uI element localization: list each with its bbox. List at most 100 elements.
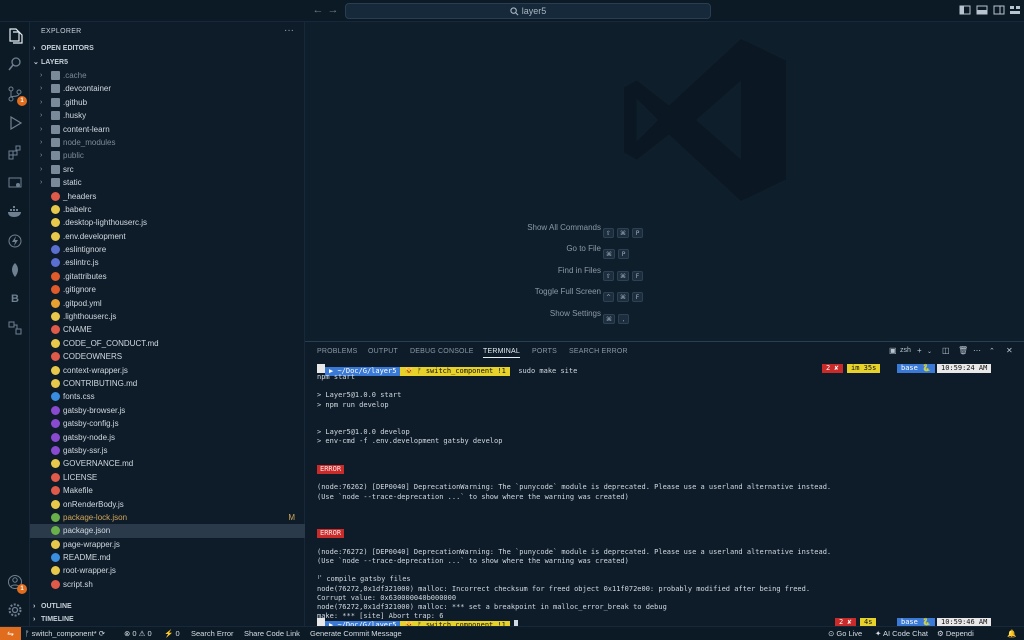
file-item[interactable]: gatsby-node.js bbox=[30, 431, 305, 444]
more-icon[interactable]: ⋯ bbox=[973, 346, 981, 355]
explorer-icon[interactable] bbox=[5, 26, 25, 46]
file-item[interactable]: .babelrc bbox=[30, 203, 305, 216]
file-item[interactable]: package-lock.json M bbox=[30, 511, 305, 524]
forward-arrow-icon[interactable]: → bbox=[326, 3, 340, 17]
more-actions-icon[interactable]: ··· bbox=[284, 25, 294, 36]
layer5-section[interactable]: ⌄ LAYER5 bbox=[30, 56, 305, 69]
panel-tab-search-error[interactable]: SEARCH ERROR bbox=[569, 348, 628, 355]
file-item[interactable]: CNAME bbox=[30, 323, 305, 336]
search-icon[interactable] bbox=[5, 54, 25, 74]
file-item[interactable]: gatsby-ssr.js bbox=[30, 444, 305, 457]
file-item[interactable]: LICENSE bbox=[30, 471, 305, 484]
folder-item[interactable]: › static bbox=[30, 176, 305, 189]
file-item[interactable]: .eslintignore bbox=[30, 243, 305, 256]
file-item[interactable]: CODE_OF_CONDUCT.md bbox=[30, 337, 305, 350]
shortcut-row[interactable]: Go to File ⌘ P bbox=[435, 243, 695, 259]
file-name: onRenderBody.js bbox=[63, 499, 124, 509]
panel-tab-output[interactable]: OUTPUT bbox=[368, 348, 398, 355]
notifications-bell-icon[interactable]: 🔔 bbox=[1007, 627, 1016, 640]
b-extension-icon[interactable]: B bbox=[5, 289, 25, 309]
trash-icon[interactable]: 🗑 bbox=[958, 346, 968, 355]
terminal-line: ⠋ compile gatsby files bbox=[317, 575, 411, 584]
folder-item[interactable]: › content-learn bbox=[30, 123, 305, 136]
timeline-section[interactable]: › TIMELINE bbox=[30, 613, 305, 626]
search-error-status[interactable]: Search Error bbox=[191, 627, 234, 640]
new-terminal-icon[interactable]: + bbox=[917, 346, 922, 355]
shell-name[interactable]: zsh bbox=[900, 347, 911, 354]
chevron-right-icon: › bbox=[40, 98, 43, 106]
file-item[interactable]: Makefile bbox=[30, 484, 305, 497]
docker-icon[interactable] bbox=[5, 202, 25, 222]
panel-tab-terminal[interactable]: TERMINAL bbox=[483, 348, 520, 358]
shortcut-row[interactable]: Find in Files ⇧ ⌘ F bbox=[435, 265, 695, 281]
folder-item[interactable]: › node_modules bbox=[30, 136, 305, 149]
file-item[interactable]: root-wrapper.js bbox=[30, 564, 305, 577]
toggle-primary-sidebar-icon[interactable] bbox=[959, 4, 971, 16]
share-code-link[interactable]: Share Code Link bbox=[244, 627, 300, 640]
run-debug-icon[interactable] bbox=[5, 113, 25, 133]
lightning-icon[interactable] bbox=[5, 231, 25, 251]
extensions-icon[interactable] bbox=[5, 143, 25, 163]
file-item[interactable]: .gitpod.yml bbox=[30, 297, 305, 310]
mongodb-leaf-icon[interactable] bbox=[5, 260, 25, 280]
shortcut-row[interactable]: Show Settings ⌘, bbox=[435, 308, 695, 324]
file-item[interactable]: GOVERNANCE.md bbox=[30, 457, 305, 470]
branch-status[interactable]: ᚠ switch_component* ⟳ bbox=[25, 627, 105, 640]
account-icon[interactable]: 1 bbox=[5, 572, 27, 594]
back-arrow-icon[interactable]: ← bbox=[311, 3, 325, 17]
ai-code-chat[interactable]: ✦ AI Code Chat bbox=[875, 627, 928, 640]
file-item[interactable]: package.json bbox=[30, 524, 305, 538]
toggle-panel-icon[interactable] bbox=[976, 4, 988, 16]
remote-indicator-icon[interactable]: ⇋ bbox=[0, 627, 21, 640]
panel-tab-problems[interactable]: PROBLEMS bbox=[317, 348, 358, 355]
panel-tab-ports[interactable]: PORTS bbox=[532, 348, 557, 355]
file-item[interactable]: CODEOWNERS bbox=[30, 350, 305, 363]
file-item[interactable]: .eslintrc.js bbox=[30, 256, 305, 269]
customize-layout-icon[interactable] bbox=[1009, 4, 1021, 16]
file-item[interactable]: .gitignore bbox=[30, 283, 305, 296]
folder-item[interactable]: › public bbox=[30, 149, 305, 162]
file-item[interactable]: fonts.css bbox=[30, 390, 305, 403]
file-item[interactable]: .gitattributes bbox=[30, 270, 305, 283]
chevron-down-icon[interactable]: ⌄ bbox=[927, 348, 932, 355]
file-item[interactable]: onRenderBody.js bbox=[30, 498, 305, 511]
panel-tab-debug-console[interactable]: DEBUG CONSOLE bbox=[410, 348, 474, 355]
toggle-secondary-sidebar-icon[interactable] bbox=[993, 4, 1005, 16]
close-panel-icon[interactable]: ✕ bbox=[1006, 346, 1013, 355]
file-item[interactable]: .desktop-lighthouserc.js bbox=[30, 216, 305, 229]
source-control-icon[interactable]: 1 bbox=[5, 84, 27, 106]
diagram-icon[interactable] bbox=[5, 318, 25, 338]
ports-status[interactable]: ⚡ 0 bbox=[164, 627, 180, 640]
folder-item[interactable]: › .cache bbox=[30, 69, 305, 82]
file-item[interactable]: .env.development bbox=[30, 230, 305, 243]
shortcut-row[interactable]: Toggle Full Screen ^ ⌘ F bbox=[435, 286, 695, 302]
shortcut-row[interactable]: Show All Commands ⇧ ⌘ P bbox=[435, 222, 695, 238]
maximize-panel-icon[interactable]: ⌃ bbox=[989, 347, 995, 355]
prompt-line-1: ▶ ~/Doc/G/layer5 🐱 ᚠ switch_component !1 … bbox=[317, 364, 577, 376]
file-item[interactable]: _headers bbox=[30, 190, 305, 203]
file-item[interactable]: gatsby-browser.js bbox=[30, 404, 305, 417]
open-editors-section[interactable]: › OPEN EDITORS bbox=[30, 42, 305, 55]
file-item[interactable]: gatsby-config.js bbox=[30, 417, 305, 430]
file-item[interactable]: page-wrapper.js bbox=[30, 538, 305, 551]
folder-item[interactable]: › .devcontainer bbox=[30, 82, 305, 95]
dependi[interactable]: ⚙ Dependi bbox=[937, 627, 974, 640]
file-item[interactable]: .lighthouserc.js bbox=[30, 310, 305, 323]
file-item[interactable]: README.md bbox=[30, 551, 305, 564]
file-item[interactable]: context-wrapper.js bbox=[30, 364, 305, 377]
command-center-search[interactable]: layer5 bbox=[345, 3, 711, 19]
generate-commit-message[interactable]: Generate Commit Message bbox=[310, 627, 402, 640]
go-live[interactable]: ⊙ Go Live bbox=[828, 627, 862, 640]
problems-status[interactable]: ⊗ 0 ⚠ 0 bbox=[124, 627, 152, 640]
file-icon bbox=[51, 378, 60, 388]
split-terminal-icon[interactable]: ◫ bbox=[942, 346, 950, 355]
remote-explorer-icon[interactable] bbox=[5, 173, 25, 193]
folder-item[interactable]: › .husky bbox=[30, 109, 305, 122]
outline-section[interactable]: › OUTLINE bbox=[30, 600, 305, 613]
file-name: gatsby-node.js bbox=[63, 432, 116, 442]
settings-gear-icon[interactable] bbox=[5, 600, 25, 620]
file-item[interactable]: CONTRIBUTING.md bbox=[30, 377, 305, 390]
folder-item[interactable]: › .github bbox=[30, 96, 305, 109]
file-item[interactable]: script.sh bbox=[30, 578, 305, 591]
folder-item[interactable]: › src bbox=[30, 163, 305, 176]
